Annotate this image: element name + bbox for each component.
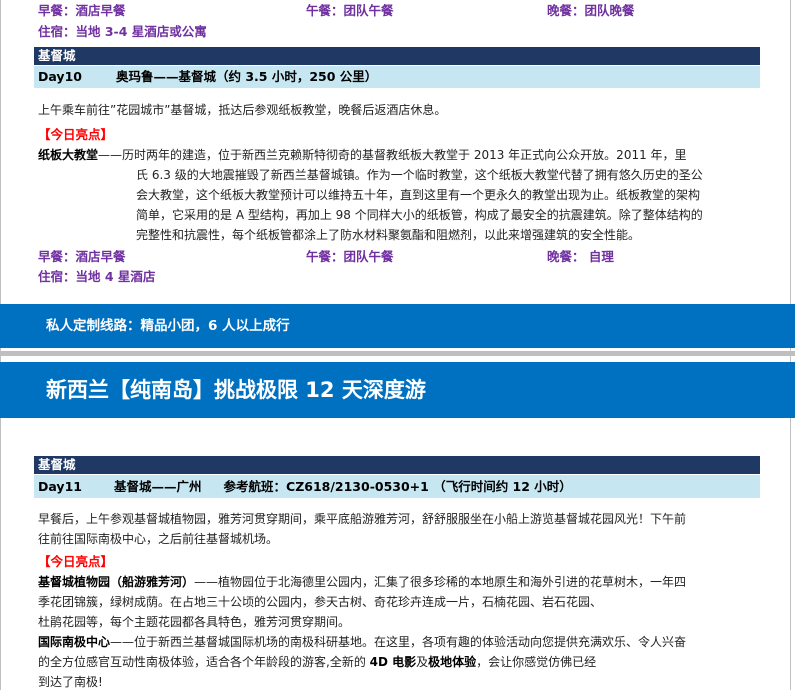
day10-attraction-line: 会大教堂，这个纸板大教堂预计可以维持五十年，直到这里有一个更永久的教堂出现为止。… (136, 188, 701, 202)
day10-route: 奥玛鲁——基督城（约 3.5 小时，250 公里） (116, 69, 378, 84)
section-divider (0, 351, 795, 356)
day11-attraction2-text: 的全方位感官互动性南极体验，适合各个年龄段的游客,全新的 (38, 655, 370, 669)
day11-attraction2-name: 国际南极中心 (38, 635, 111, 649)
day11-route: 基督城——广州 (114, 479, 202, 494)
day10-lodging: 住宿：当地 4 星酒店 (38, 269, 156, 284)
day10-lunch: 午餐：团队午餐 (306, 249, 394, 264)
private-route-banner: 私人定制线路：精品小团，6 人以上成行 (0, 304, 795, 348)
day11-intro: 早餐后，上午参观基督城植物园，雅芳河贯穿期间，乘平底船游雅芳河，舒舒服服坐在小船… (38, 509, 760, 549)
day11-4d-movie: 4D 电影 (369, 655, 417, 669)
day10-breakfast: 早餐：酒店早餐 (38, 249, 126, 264)
day10-attraction-line: 氏 6.3 级的大地震摧毁了新西兰基督城镇。作为一个临时教堂，这个纸板大教堂代替… (136, 168, 703, 182)
day11-attraction2-text: 及 (416, 655, 429, 669)
day11-attraction2-line: 到达了南极! (38, 675, 103, 689)
day11-intro-line: 往前往国际南极中心，之后前往基督城机场。 (38, 532, 279, 546)
top-dinner: 晚餐：团队晚餐 (547, 3, 635, 18)
day11-day-bar: Day11 基督城——广州 参考航班：CZ618/2130-0530+1 （飞行时间… (34, 475, 760, 498)
day10-highlight-label: 【今日亮点】 (38, 127, 114, 142)
top-lunch: 午餐：团队午餐 (306, 3, 394, 18)
day11-intro-line: 早餐后，上午参观基督城植物园，雅芳河贯穿期间，乘平底船游雅芳河，舒舒服服坐在小船… (38, 512, 687, 526)
day11-attraction-antarctic: 国际南极中心——位于新西兰基督城国际机场的南极科研基地。在这里，各项有趣的体验活… (38, 632, 760, 690)
day10-attraction-line: 完整性和抗震性，每个纸板管都涂上了防水材料聚氨酯和阻燃剂，以此来增强建筑的安全性… (136, 228, 641, 242)
day10-number: Day10 (38, 69, 82, 84)
day11-attraction1-line: 季花团锦簇，绿树成荫。在占地三十公顷的公园内，参天古树、奇花珍卉连成一片，石楠花… (38, 595, 603, 609)
day11-attraction-botanic: 基督城植物园（船游雅芳河）——植物园位于北海德里公园内，汇集了很多珍稀的本地原生… (38, 572, 760, 632)
day10-intro: 上午乘车前往”花园城市”基督城，抵达后参观纸板教堂，晚餐后返酒店休息。 (38, 103, 447, 117)
day10-day-bar: Day10 奥玛鲁——基督城（约 3.5 小时，250 公里） (34, 66, 760, 88)
day11-attraction2-text: ，会让你感觉仿佛已经 (476, 655, 597, 669)
day11-attraction1-line: ——植物园位于北海德里公园内，汇集了很多珍稀的本地原生和海外引进的花草树木，一年… (194, 575, 687, 589)
day11-attraction1-name: 基督城植物园（船游雅芳河） (38, 575, 195, 589)
day11-attraction1-line: 杜鹃花园等，每个主题花园都各具特色，雅芳河贯穿期间。 (38, 615, 351, 629)
day11-attraction2-line: ——位于新西兰基督城国际机场的南极科研基地。在这里，各项有趣的体验活动向您提供充… (110, 635, 687, 649)
day10-attraction-name: 纸板大教堂 (38, 148, 99, 162)
tour-title-banner: 新西兰【纯南岛】挑战极限 12 天深度游 (0, 362, 795, 418)
day11-polar-experience: 极地体验 (428, 655, 477, 669)
day10-dinner: 晚餐： 自理 (547, 249, 614, 264)
day10-attraction-line: ——历时两年的建造，位于新西兰克赖斯特彻奇的基督教纸板大教堂于 2013 年正式… (98, 148, 687, 162)
day10-city-bar: 基督城 (34, 47, 760, 65)
itinerary-page: 早餐：酒店早餐 午餐：团队午餐 晚餐：团队晚餐 住宿：当地 3-4 星酒店或公寓… (0, 0, 795, 690)
day11-city-bar: 基督城 (34, 456, 760, 474)
day10-attraction: 纸板大教堂——历时两年的建造，位于新西兰克赖斯特彻奇的基督教纸板大教堂于 201… (38, 145, 760, 245)
day11-highlight-label: 【今日亮点】 (38, 554, 114, 569)
top-lodging: 住宿：当地 3-4 星酒店或公寓 (38, 24, 207, 39)
top-breakfast: 早餐：酒店早餐 (38, 3, 126, 18)
day10-attraction-line: 简单，它采用的是 A 型结构，再加上 98 个同样大小的纸板管，构成了最安全的抗… (136, 208, 703, 222)
day11-flight: 参考航班：CZ618/2130-0530+1 （飞行时间约 12 小时） (223, 479, 572, 494)
day11-number: Day11 (38, 479, 82, 494)
